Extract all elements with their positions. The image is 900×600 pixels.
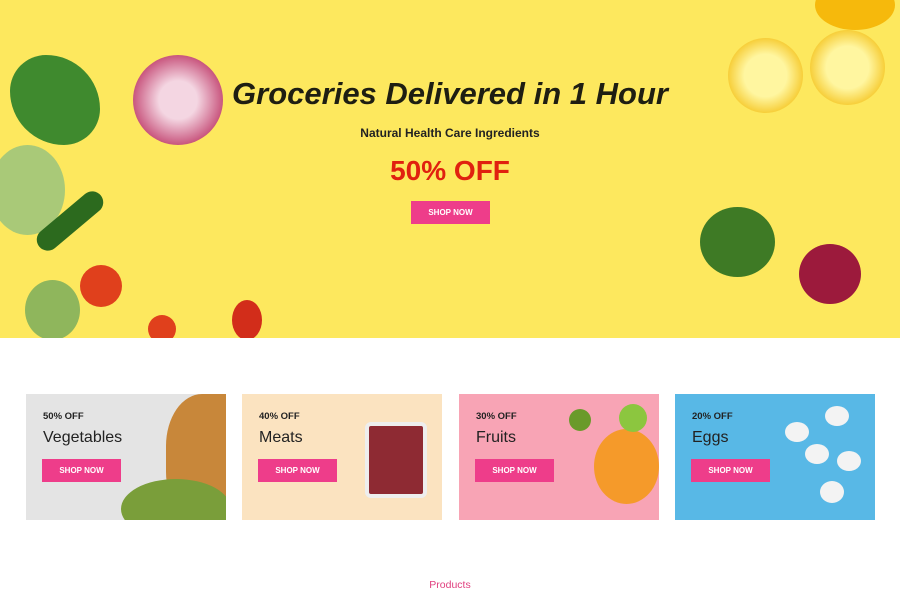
hero-title: Groceries Delivered in 1 Hour	[232, 76, 668, 111]
products-section-title: Products	[429, 579, 471, 591]
pepper-image	[232, 300, 262, 338]
category-discount: 30% OFF	[476, 411, 517, 422]
broccoli-image	[700, 207, 775, 277]
category-discount: 20% OFF	[692, 411, 733, 422]
shop-now-button[interactable]: SHOP NOW	[691, 459, 770, 482]
shop-now-button[interactable]: SHOP NOW	[258, 459, 337, 482]
shop-now-button[interactable]: SHOP NOW	[42, 459, 121, 482]
egg-image	[785, 422, 809, 442]
category-name: Meats	[259, 429, 303, 446]
category-card-vegetables[interactable]: 50% OFF Vegetables SHOP NOW	[26, 394, 226, 520]
shop-now-button[interactable]: SHOP NOW	[475, 459, 554, 482]
hero-shop-now-button[interactable]: SHOP NOW	[411, 201, 490, 224]
egg-image	[825, 406, 849, 426]
meat-image	[365, 422, 427, 498]
category-card-eggs[interactable]: 20% OFF Eggs SHOP NOW	[675, 394, 875, 520]
category-card-fruits[interactable]: 30% OFF Fruits SHOP NOW	[459, 394, 659, 520]
category-discount: 40% OFF	[259, 411, 300, 422]
category-name: Vegetables	[43, 429, 123, 446]
hero-subtitle: Natural Health Care Ingredients	[360, 126, 540, 140]
orange-image	[815, 0, 895, 30]
tomato-small-image	[148, 315, 176, 338]
egg-image	[837, 451, 861, 471]
tomato-image	[80, 265, 122, 307]
red-onion-image	[799, 244, 861, 304]
category-discount: 50% OFF	[43, 411, 84, 422]
egg-image	[805, 444, 829, 464]
hero-banner: Groceries Delivered in 1 Hour Natural He…	[0, 0, 900, 338]
category-card-meats[interactable]: 40% OFF Meats SHOP NOW	[242, 394, 442, 520]
category-name: Fruits	[476, 429, 516, 446]
lettuce-image	[25, 280, 80, 338]
lime-image	[619, 404, 647, 432]
hero-discount: 50% OFF	[390, 155, 510, 186]
kiwi-image	[569, 409, 591, 431]
papaya-image	[594, 429, 659, 504]
category-name: Eggs	[692, 429, 729, 446]
egg-image	[820, 481, 844, 503]
vegetables-image-2	[121, 479, 226, 520]
